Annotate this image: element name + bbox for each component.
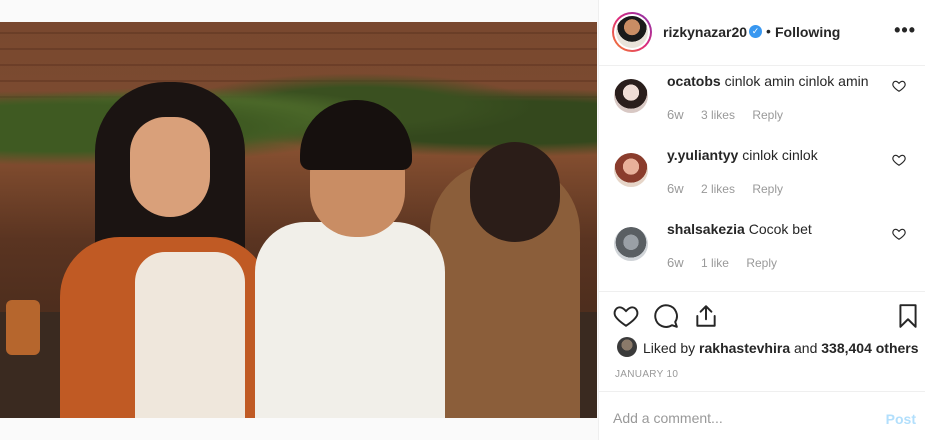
bookmark-icon[interactable]	[895, 303, 921, 329]
likes-summary: Liked by rakhastevhira and 338,404 other…	[643, 340, 919, 356]
comment-icon[interactable]	[653, 303, 679, 329]
comment-likes[interactable]: 1 like	[701, 256, 729, 270]
post-side-panel: rizkynazar20 ✓ • Following ••• ocatobs c…	[598, 0, 925, 440]
comment-input[interactable]	[613, 410, 863, 426]
comment-body: cinlok amin cinlok amin	[724, 73, 869, 89]
add-comment-bar: Post	[599, 391, 925, 440]
photo-person-right-shirt	[255, 222, 445, 418]
header-separator: •	[766, 23, 771, 39]
post-date[interactable]: JANUARY 10	[615, 369, 678, 380]
photo-person-background-head	[470, 142, 560, 242]
liked-by-avatar[interactable]	[617, 337, 637, 357]
likes-count[interactable]: 338,404 others	[821, 340, 918, 356]
comment-reply-button[interactable]: Reply	[746, 256, 777, 270]
commenter-avatar[interactable]	[614, 227, 648, 261]
comment-reply-button[interactable]: Reply	[752, 182, 783, 196]
comment-text: shalsakezia Cocok bet	[667, 221, 887, 237]
comment-heart-icon[interactable]	[892, 79, 906, 93]
comment-item: y.yuliantyy cinlok cinlok 6w 2 likes Rep…	[599, 141, 925, 215]
author-avatar-image	[616, 16, 648, 48]
author-avatar-border	[614, 14, 650, 50]
likes-prefix: Liked by	[643, 340, 700, 356]
post-comment-button[interactable]: Post	[886, 411, 916, 427]
comment-body: Cocok bet	[748, 221, 812, 237]
comment-body: cinlok cinlok	[742, 147, 818, 163]
share-icon[interactable]	[693, 303, 719, 329]
likes-middle: and	[790, 340, 822, 356]
comment-item: shalsakezia Cocok bet 6w 1 like Reply	[599, 215, 925, 289]
photo-person-left-shirt	[135, 252, 245, 418]
comment-time[interactable]: 6w	[667, 255, 684, 270]
photo-person-left-face	[130, 117, 210, 217]
comment-likes[interactable]: 3 likes	[701, 108, 735, 122]
comment-heart-icon[interactable]	[892, 227, 906, 241]
instagram-post-page: rizkynazar20 ✓ • Following ••• ocatobs c…	[0, 0, 925, 440]
comment-username[interactable]: y.yuliantyy	[667, 147, 738, 163]
post-header: rizkynazar20 ✓ • Following •••	[599, 0, 925, 66]
following-button[interactable]: Following	[775, 24, 840, 40]
author-username[interactable]: rizkynazar20	[663, 24, 747, 40]
post-photo[interactable]	[0, 22, 597, 418]
comment-meta: 6w 3 likes Reply	[667, 107, 797, 122]
comment-reply-button[interactable]: Reply	[752, 108, 783, 122]
comment-time[interactable]: 6w	[667, 181, 684, 196]
commenter-avatar[interactable]	[614, 153, 648, 187]
comments-list[interactable]: ocatobs cinlok amin cinlok amin 6w 3 lik…	[599, 67, 925, 290]
comment-text: ocatobs cinlok amin cinlok amin	[667, 73, 887, 89]
comment-username[interactable]: shalsakezia	[667, 221, 745, 237]
comment-meta: 6w 2 likes Reply	[667, 181, 797, 196]
comment-time[interactable]: 6w	[667, 107, 684, 122]
comment-item: ocatobs cinlok amin cinlok amin 6w 3 lik…	[599, 67, 925, 141]
commenter-avatar[interactable]	[614, 79, 648, 113]
photo-jar	[6, 300, 40, 355]
heart-icon[interactable]	[613, 303, 639, 329]
post-actions: Liked by rakhastevhira and 338,404 other…	[599, 291, 925, 391]
comment-username[interactable]: ocatobs	[667, 73, 721, 89]
liked-by-username[interactable]: rakhastevhira	[699, 340, 790, 356]
comment-likes[interactable]: 2 likes	[701, 182, 735, 196]
comment-text: y.yuliantyy cinlok cinlok	[667, 147, 887, 163]
more-options-icon[interactable]: •••	[894, 20, 916, 41]
verified-badge-icon: ✓	[749, 25, 762, 38]
comment-heart-icon[interactable]	[892, 153, 906, 167]
author-avatar[interactable]	[612, 12, 652, 52]
comment-meta: 6w 1 like Reply	[667, 255, 791, 270]
